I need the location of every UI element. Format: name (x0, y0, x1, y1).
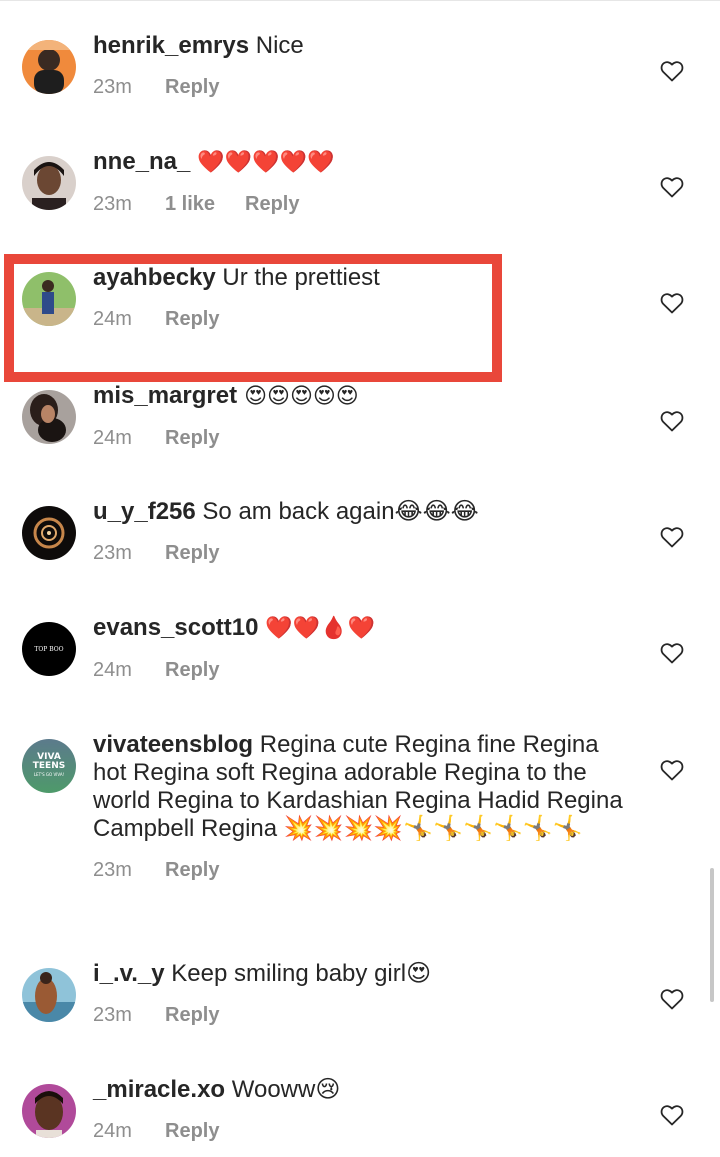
avatar[interactable] (22, 1084, 76, 1138)
avatar-text: TOP BOO (34, 646, 63, 653)
top-divider (0, 0, 720, 1)
heart-outline-icon[interactable] (660, 526, 684, 548)
reply-button[interactable]: Reply (165, 659, 219, 682)
timestamp: 23m (93, 193, 132, 215)
username[interactable]: _miracle.xo (93, 1076, 225, 1103)
heart-outline-icon[interactable] (660, 410, 684, 432)
heart-outline-icon[interactable] (660, 60, 684, 82)
avatar-text: TEENS (33, 761, 65, 771)
timestamp: 24m (93, 427, 132, 449)
timestamp: 23m (93, 1004, 132, 1026)
reply-button[interactable]: Reply (165, 1120, 219, 1143)
username[interactable]: i_.v._y (93, 960, 165, 987)
like-count[interactable]: 1 like (165, 193, 245, 216)
heart-outline-icon[interactable] (660, 988, 684, 1010)
username[interactable]: u_y_f256 (93, 498, 196, 525)
timestamp: 23m (93, 859, 132, 881)
reply-button[interactable]: Reply (165, 542, 219, 565)
avatar[interactable]: VIVA TEENS LET'S GO VIVA! (22, 739, 76, 793)
heart-outline-icon[interactable] (660, 176, 684, 198)
comment-text: Nice (249, 32, 304, 59)
avatar[interactable] (22, 506, 76, 560)
reply-button[interactable]: Reply (165, 76, 219, 99)
username[interactable]: vivateensblog (93, 731, 253, 758)
username[interactable]: nne_na_ (93, 148, 190, 175)
heart-outline-icon[interactable] (660, 642, 684, 664)
username[interactable]: henrik_emrys (93, 32, 249, 59)
comment-text: Keep smiling baby girl😍 (164, 960, 432, 987)
scrollbar[interactable] (710, 868, 714, 1002)
timestamp: 24m (93, 1120, 132, 1142)
reply-button[interactable]: Reply (165, 859, 219, 882)
highlight-box (4, 254, 502, 382)
comment-text: So am back again😂😂😂 (195, 498, 479, 525)
reply-button[interactable]: Reply (245, 193, 299, 216)
heart-outline-icon[interactable] (660, 1104, 684, 1126)
avatar[interactable] (22, 390, 76, 444)
username[interactable]: evans_scott10 (93, 614, 258, 641)
avatar[interactable] (22, 156, 76, 210)
comment-text: Wooww😢 (225, 1076, 341, 1103)
avatar[interactable] (22, 968, 76, 1022)
heart-outline-icon[interactable] (660, 292, 684, 314)
reply-button[interactable]: Reply (165, 427, 219, 450)
heart-outline-icon[interactable] (660, 759, 684, 781)
comment-text: 😍😍😍😍😍 (237, 384, 359, 409)
timestamp: 23m (93, 76, 132, 98)
comment-text: ❤️❤️❤️❤️❤️ (190, 150, 335, 175)
timestamp: 24m (93, 659, 132, 681)
comment-text: ❤️❤️🩸❤️ (258, 616, 376, 641)
reply-button[interactable]: Reply (165, 1004, 219, 1027)
avatar-text: LET'S GO VIVA! (34, 772, 64, 777)
avatar[interactable]: TOP BOO (22, 622, 76, 676)
avatar[interactable] (22, 40, 76, 94)
username[interactable]: mis_margret (93, 382, 237, 409)
comments-screen: henrik_emrys Nice 23m Reply nne_na_ ❤️❤️❤… (0, 0, 720, 1157)
timestamp: 23m (93, 542, 132, 564)
